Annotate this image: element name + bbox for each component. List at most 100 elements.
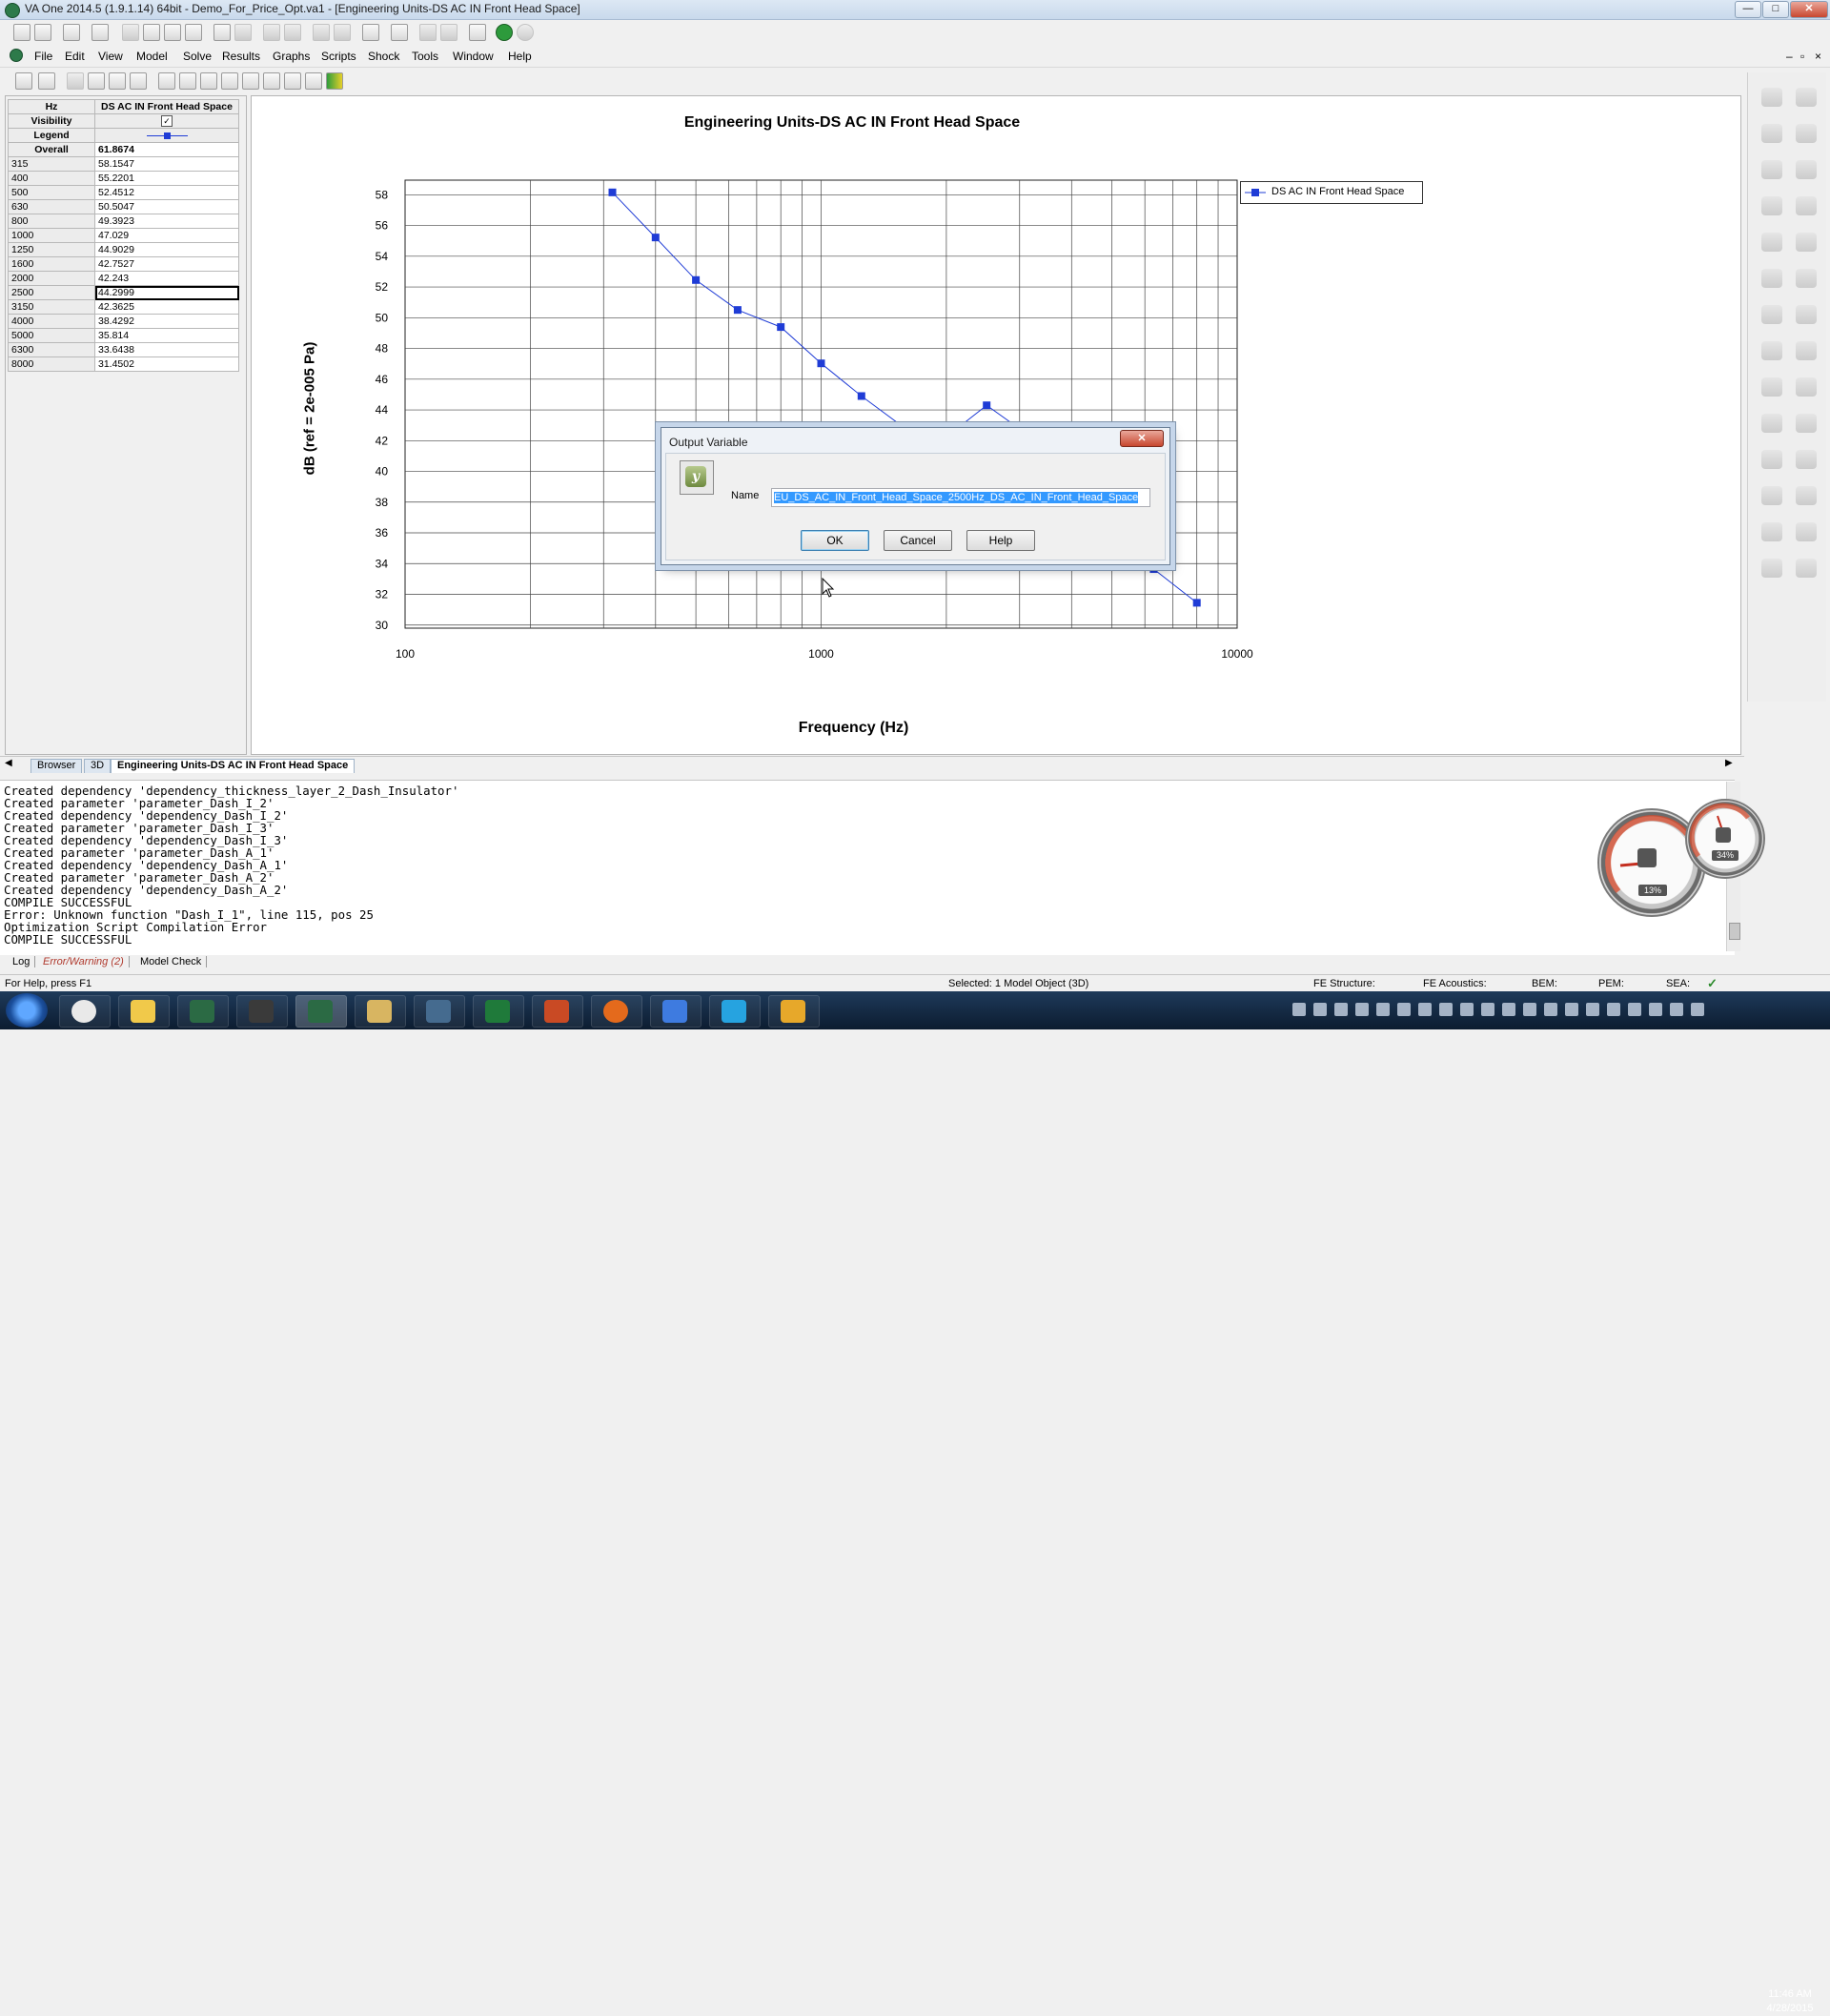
- row-value[interactable]: 35.814: [94, 328, 239, 343]
- wheel-icon[interactable]: [1796, 450, 1817, 469]
- row-value[interactable]: 58.1547: [94, 156, 239, 172]
- zoom-out-icon[interactable]: [242, 72, 259, 90]
- strip-icon[interactable]: [1796, 269, 1817, 288]
- flat-plate-icon[interactable]: [1761, 269, 1782, 288]
- graph-cut-icon[interactable]: [67, 72, 84, 90]
- power-tray-icon[interactable]: [1565, 1003, 1578, 1016]
- tab-error-warning[interactable]: Error/Warning (2): [38, 956, 130, 967]
- explorer-icon[interactable]: [118, 995, 170, 1028]
- table-row[interactable]: 800 49.3923: [8, 214, 239, 229]
- paste-special-icon[interactable]: [185, 24, 202, 41]
- table-row[interactable]: 1250 44.9029: [8, 242, 239, 257]
- battery-tray-icon[interactable]: [1439, 1003, 1453, 1016]
- beam-icon[interactable]: [1796, 88, 1817, 107]
- log-output[interactable]: Created dependency 'dependency_thickness…: [0, 780, 1735, 955]
- open-folder-icon[interactable]: [34, 24, 51, 41]
- maximize-button[interactable]: □: [1762, 1, 1789, 18]
- zoom-fit-icon[interactable]: [263, 72, 280, 90]
- save-icon[interactable]: [63, 24, 80, 41]
- outlook-icon[interactable]: [768, 995, 820, 1028]
- plate-icon[interactable]: [1761, 88, 1782, 107]
- cancel-button[interactable]: Cancel: [884, 530, 952, 551]
- row-value[interactable]: 55.2201: [94, 171, 239, 186]
- powerpoint-icon[interactable]: [532, 995, 583, 1028]
- graph-properties-icon[interactable]: [15, 72, 32, 90]
- shield-tray-icon[interactable]: [1397, 1003, 1411, 1016]
- graph-list-icon[interactable]: [200, 72, 217, 90]
- skype-icon[interactable]: [709, 995, 761, 1028]
- volume-tray-icon[interactable]: [1628, 1003, 1641, 1016]
- menu-scripts[interactable]: Scripts: [321, 50, 356, 63]
- graph-copy-data-icon[interactable]: [109, 72, 126, 90]
- col-header-series[interactable]: DS AC IN Front Head Space: [94, 99, 239, 114]
- tab-3d[interactable]: 3D: [84, 759, 112, 773]
- start-orb-icon[interactable]: [6, 993, 48, 1028]
- undo-icon[interactable]: [263, 24, 280, 41]
- cloud-tray-icon[interactable]: [1481, 1003, 1494, 1016]
- seat-icon[interactable]: [1761, 414, 1782, 433]
- table-row[interactable]: 500 52.4512: [8, 185, 239, 200]
- back-arrow-icon[interactable]: [419, 24, 437, 41]
- row-value[interactable]: 50.5047: [94, 199, 239, 214]
- chrome-icon[interactable]: [59, 995, 111, 1028]
- panel-icon[interactable]: [1796, 160, 1817, 179]
- minimize-button[interactable]: —: [1735, 1, 1761, 18]
- menu-help[interactable]: Help: [508, 50, 532, 63]
- vaone-icon[interactable]: [177, 995, 229, 1028]
- graph-delete-icon[interactable]: [158, 72, 175, 90]
- name-input[interactable]: EU_DS_AC_IN_Front_Head_Space_2500Hz_DS_A…: [771, 488, 1150, 507]
- speaker-tray-icon[interactable]: [1691, 1003, 1704, 1016]
- overall-value[interactable]: 61.8674: [94, 142, 239, 157]
- tab-scroll-right-icon[interactable]: ▶: [1725, 758, 1733, 768]
- usb-tray-icon[interactable]: [1334, 1003, 1348, 1016]
- redo-icon[interactable]: [284, 24, 301, 41]
- table-row[interactable]: 400 55.2201: [8, 171, 239, 186]
- add-node-icon[interactable]: [313, 24, 330, 41]
- mdi-close-button[interactable]: ×: [1815, 50, 1821, 63]
- row-value[interactable]: 42.243: [94, 271, 239, 286]
- clock[interactable]: 11:46 AM 4/28/2015: [1757, 1987, 1823, 2016]
- row-value[interactable]: 47.029: [94, 228, 239, 243]
- excel-icon[interactable]: [473, 995, 524, 1028]
- shell-icon[interactable]: [1796, 124, 1817, 143]
- mdi-restore-button[interactable]: ▫: [1800, 50, 1804, 63]
- mdi-minimize-button[interactable]: –: [1786, 50, 1793, 63]
- menu-file[interactable]: File: [34, 50, 52, 63]
- cavity-icon[interactable]: [1761, 305, 1782, 324]
- box-icon[interactable]: [1796, 196, 1817, 215]
- tab-scroll-left-icon[interactable]: ◀: [5, 758, 12, 768]
- graph-link-icon[interactable]: [38, 72, 55, 90]
- tab-engineering-units[interactable]: Engineering Units-DS AC IN Front Head Sp…: [111, 759, 356, 773]
- forward-arrow-icon[interactable]: [440, 24, 458, 41]
- menu-results[interactable]: Results: [222, 50, 260, 63]
- select-all-icon[interactable]: [234, 24, 252, 41]
- menu-model[interactable]: Model: [136, 50, 168, 63]
- update-tray-icon[interactable]: [1418, 1003, 1432, 1016]
- sphere-icon[interactable]: [1761, 196, 1782, 215]
- table-row[interactable]: 315 58.1547: [8, 156, 239, 172]
- graph-copy-icon[interactable]: [88, 72, 105, 90]
- paste-icon[interactable]: [164, 24, 181, 41]
- menu-tools[interactable]: Tools: [412, 50, 438, 63]
- printer-tray-icon[interactable]: [1460, 1003, 1474, 1016]
- chart-legend[interactable]: DS AC IN Front Head Space: [1240, 181, 1423, 204]
- select-box-icon[interactable]: [214, 24, 231, 41]
- firefox-icon[interactable]: [591, 995, 642, 1028]
- col-header-hz[interactable]: Hz: [8, 99, 95, 114]
- visibility-checkbox[interactable]: ✓: [161, 115, 173, 127]
- menu-edit[interactable]: Edit: [65, 50, 85, 63]
- ok-button[interactable]: OK: [801, 530, 869, 551]
- vaone-active-icon[interactable]: [295, 995, 347, 1028]
- run-icon[interactable]: [496, 24, 513, 41]
- table-row[interactable]: 2000 42.243: [8, 271, 239, 286]
- dome-icon[interactable]: [1796, 305, 1817, 324]
- menu-graphs[interactable]: Graphs: [273, 50, 310, 63]
- spring-icon[interactable]: [1796, 486, 1817, 505]
- wedge-icon[interactable]: [1761, 559, 1782, 578]
- row-value[interactable]: 52.4512: [94, 185, 239, 200]
- row-value[interactable]: 44.2999: [94, 285, 239, 300]
- flag-tray-icon[interactable]: [1649, 1003, 1662, 1016]
- network-tray-icon[interactable]: [1292, 1003, 1306, 1016]
- new-file-icon[interactable]: [13, 24, 30, 41]
- gamepad-tray-icon[interactable]: [1607, 1003, 1620, 1016]
